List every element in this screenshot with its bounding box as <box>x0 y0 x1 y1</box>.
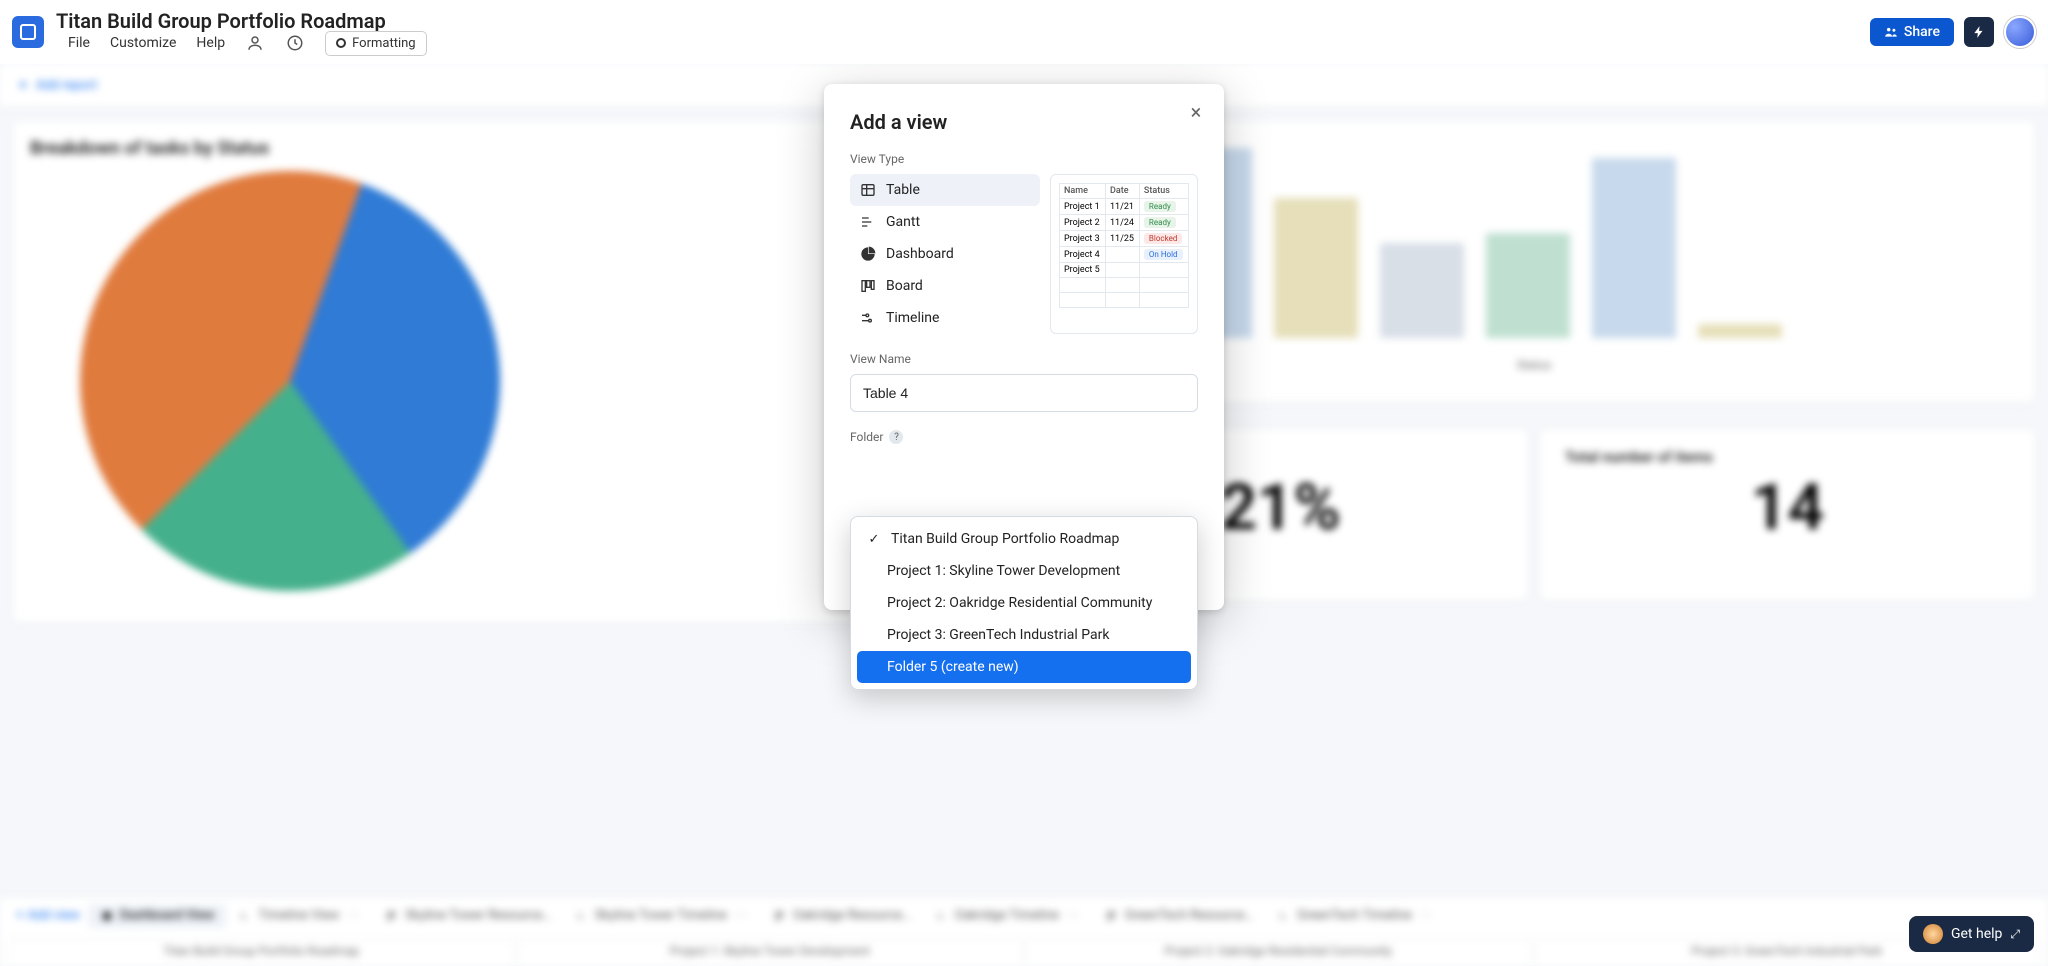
preview-cell: Ready <box>1139 199 1188 215</box>
folder-option-label: Project 2: Oakridge Residential Communit… <box>887 595 1152 611</box>
expand-icon: ⤢ <box>2010 927 2020 942</box>
folder-label: Folder <box>850 430 883 444</box>
header-right: Share <box>1870 16 2036 48</box>
status-chip: Blocked <box>1144 233 1182 244</box>
preview-cell <box>1139 263 1188 278</box>
get-help-label: Get help <box>1951 926 2002 942</box>
view-type-options: Table Gantt Dashboard Board <box>850 174 1040 334</box>
view-type-gantt[interactable]: Gantt <box>850 206 1040 238</box>
folder-option-label: Project 3: GreenTech Industrial Park <box>887 627 1109 643</box>
help-avatar-icon <box>1923 924 1943 944</box>
person-icon[interactable] <box>245 33 265 53</box>
preview-header: Status <box>1139 184 1188 199</box>
people-icon <box>1884 25 1898 39</box>
view-type-table[interactable]: Table <box>850 174 1040 206</box>
timeline-icon <box>860 310 876 326</box>
folder-dropdown: ✓ Titan Build Group Portfolio Roadmap Proj… <box>850 516 1198 690</box>
folder-option[interactable]: Project 3: GreenTech Industrial Park <box>857 619 1191 651</box>
folder-option[interactable]: Project 2: Oakridge Residential Communit… <box>857 587 1191 619</box>
pie-icon <box>860 246 876 262</box>
view-type-timeline[interactable]: Timeline <box>850 302 1040 334</box>
view-type-label-text: Dashboard <box>886 246 954 262</box>
close-icon[interactable]: × <box>1184 100 1208 124</box>
formatting-label: Formatting <box>352 36 416 51</box>
menu-bar: File Customize Help Formatting <box>68 31 427 56</box>
view-type-board[interactable]: Board <box>850 270 1040 302</box>
preview-cell: Project 1 <box>1060 199 1106 215</box>
avatar[interactable] <box>2004 16 2036 48</box>
preview-header: Date <box>1105 184 1139 199</box>
view-type-label-text: Table <box>886 182 920 198</box>
share-label: Share <box>1904 24 1940 40</box>
menu-customize[interactable]: Customize <box>110 35 176 51</box>
automation-button[interactable] <box>1964 17 1994 47</box>
view-type-label-text: Gantt <box>886 214 920 230</box>
status-chip: Ready <box>1144 217 1176 228</box>
clock-icon[interactable] <box>285 33 305 53</box>
folder-option-label: Project 1: Skyline Tower Development <box>887 563 1120 579</box>
preview-header: Name <box>1060 184 1106 199</box>
view-type-label-text: Timeline <box>886 310 939 326</box>
status-chip: Ready <box>1144 201 1176 212</box>
view-name-label: View Name <box>850 352 1198 366</box>
preview-cell: On Hold <box>1139 247 1188 263</box>
help-icon[interactable]: ? <box>889 430 903 444</box>
preview-row: Project 311/25 Blocked <box>1060 231 1189 247</box>
table-icon <box>860 182 876 198</box>
folder-option-label: Folder 5 (create new) <box>887 659 1019 675</box>
folder-option[interactable]: Folder 5 (create new) <box>857 651 1191 683</box>
preview-row: Project 111/21 Ready <box>1060 199 1189 215</box>
modal-backdrop: Add a view × View Type Table Gantt <box>0 64 2048 966</box>
preview-cell: Project 4 <box>1060 247 1106 263</box>
menu-file[interactable]: File <box>68 35 90 51</box>
preview-cell <box>1105 263 1139 278</box>
view-type-preview: Name Date Status Project 111/21ReadyProj… <box>1050 174 1198 334</box>
formatting-icon <box>336 38 346 48</box>
add-view-modal: Add a view × View Type Table Gantt <box>824 84 1224 610</box>
preview-cell: 11/25 <box>1105 231 1139 247</box>
header: Titan Build Group Portfolio Roadmap File… <box>0 0 2048 64</box>
preview-cell: Project 3 <box>1060 231 1106 247</box>
folder-option[interactable]: ✓ Titan Build Group Portfolio Roadmap <box>857 523 1191 555</box>
get-help-button[interactable]: Get help ⤢ <box>1909 916 2034 952</box>
view-type-dashboard[interactable]: Dashboard <box>850 238 1040 270</box>
view-type-label-text: Board <box>886 278 923 294</box>
view-type-row: Table Gantt Dashboard Board <box>850 174 1198 334</box>
preview-cell: 11/21 <box>1105 199 1139 215</box>
status-chip: On Hold <box>1144 249 1183 260</box>
preview-cell: Blocked <box>1139 231 1188 247</box>
bolt-icon <box>1972 25 1986 39</box>
preview-row: Project 4 On Hold <box>1060 247 1189 263</box>
preview-cell: 11/24 <box>1105 215 1139 231</box>
view-name-input[interactable] <box>850 374 1198 412</box>
share-button[interactable]: Share <box>1870 18 1954 46</box>
menu-help[interactable]: Help <box>196 35 225 51</box>
board-icon <box>860 278 876 294</box>
gantt-icon <box>860 214 876 230</box>
folder-option[interactable]: Project 1: Skyline Tower Development <box>857 555 1191 587</box>
modal-title: Add a view <box>850 110 1198 134</box>
document-title[interactable]: Titan Build Group Portfolio Roadmap <box>56 9 427 33</box>
check-icon: ✓ <box>867 532 881 546</box>
view-type-label: View Type <box>850 152 1198 166</box>
app-logo <box>12 16 44 48</box>
folder-option-label: Titan Build Group Portfolio Roadmap <box>891 531 1119 547</box>
formatting-button[interactable]: Formatting <box>325 31 427 56</box>
preview-cell: Project 2 <box>1060 215 1106 231</box>
preview-cell: Project 5 <box>1060 263 1106 278</box>
preview-row: Project 211/24 Ready <box>1060 215 1189 231</box>
preview-cell <box>1105 247 1139 263</box>
preview-cell: Ready <box>1139 215 1188 231</box>
preview-row: Project 5 <box>1060 263 1189 278</box>
